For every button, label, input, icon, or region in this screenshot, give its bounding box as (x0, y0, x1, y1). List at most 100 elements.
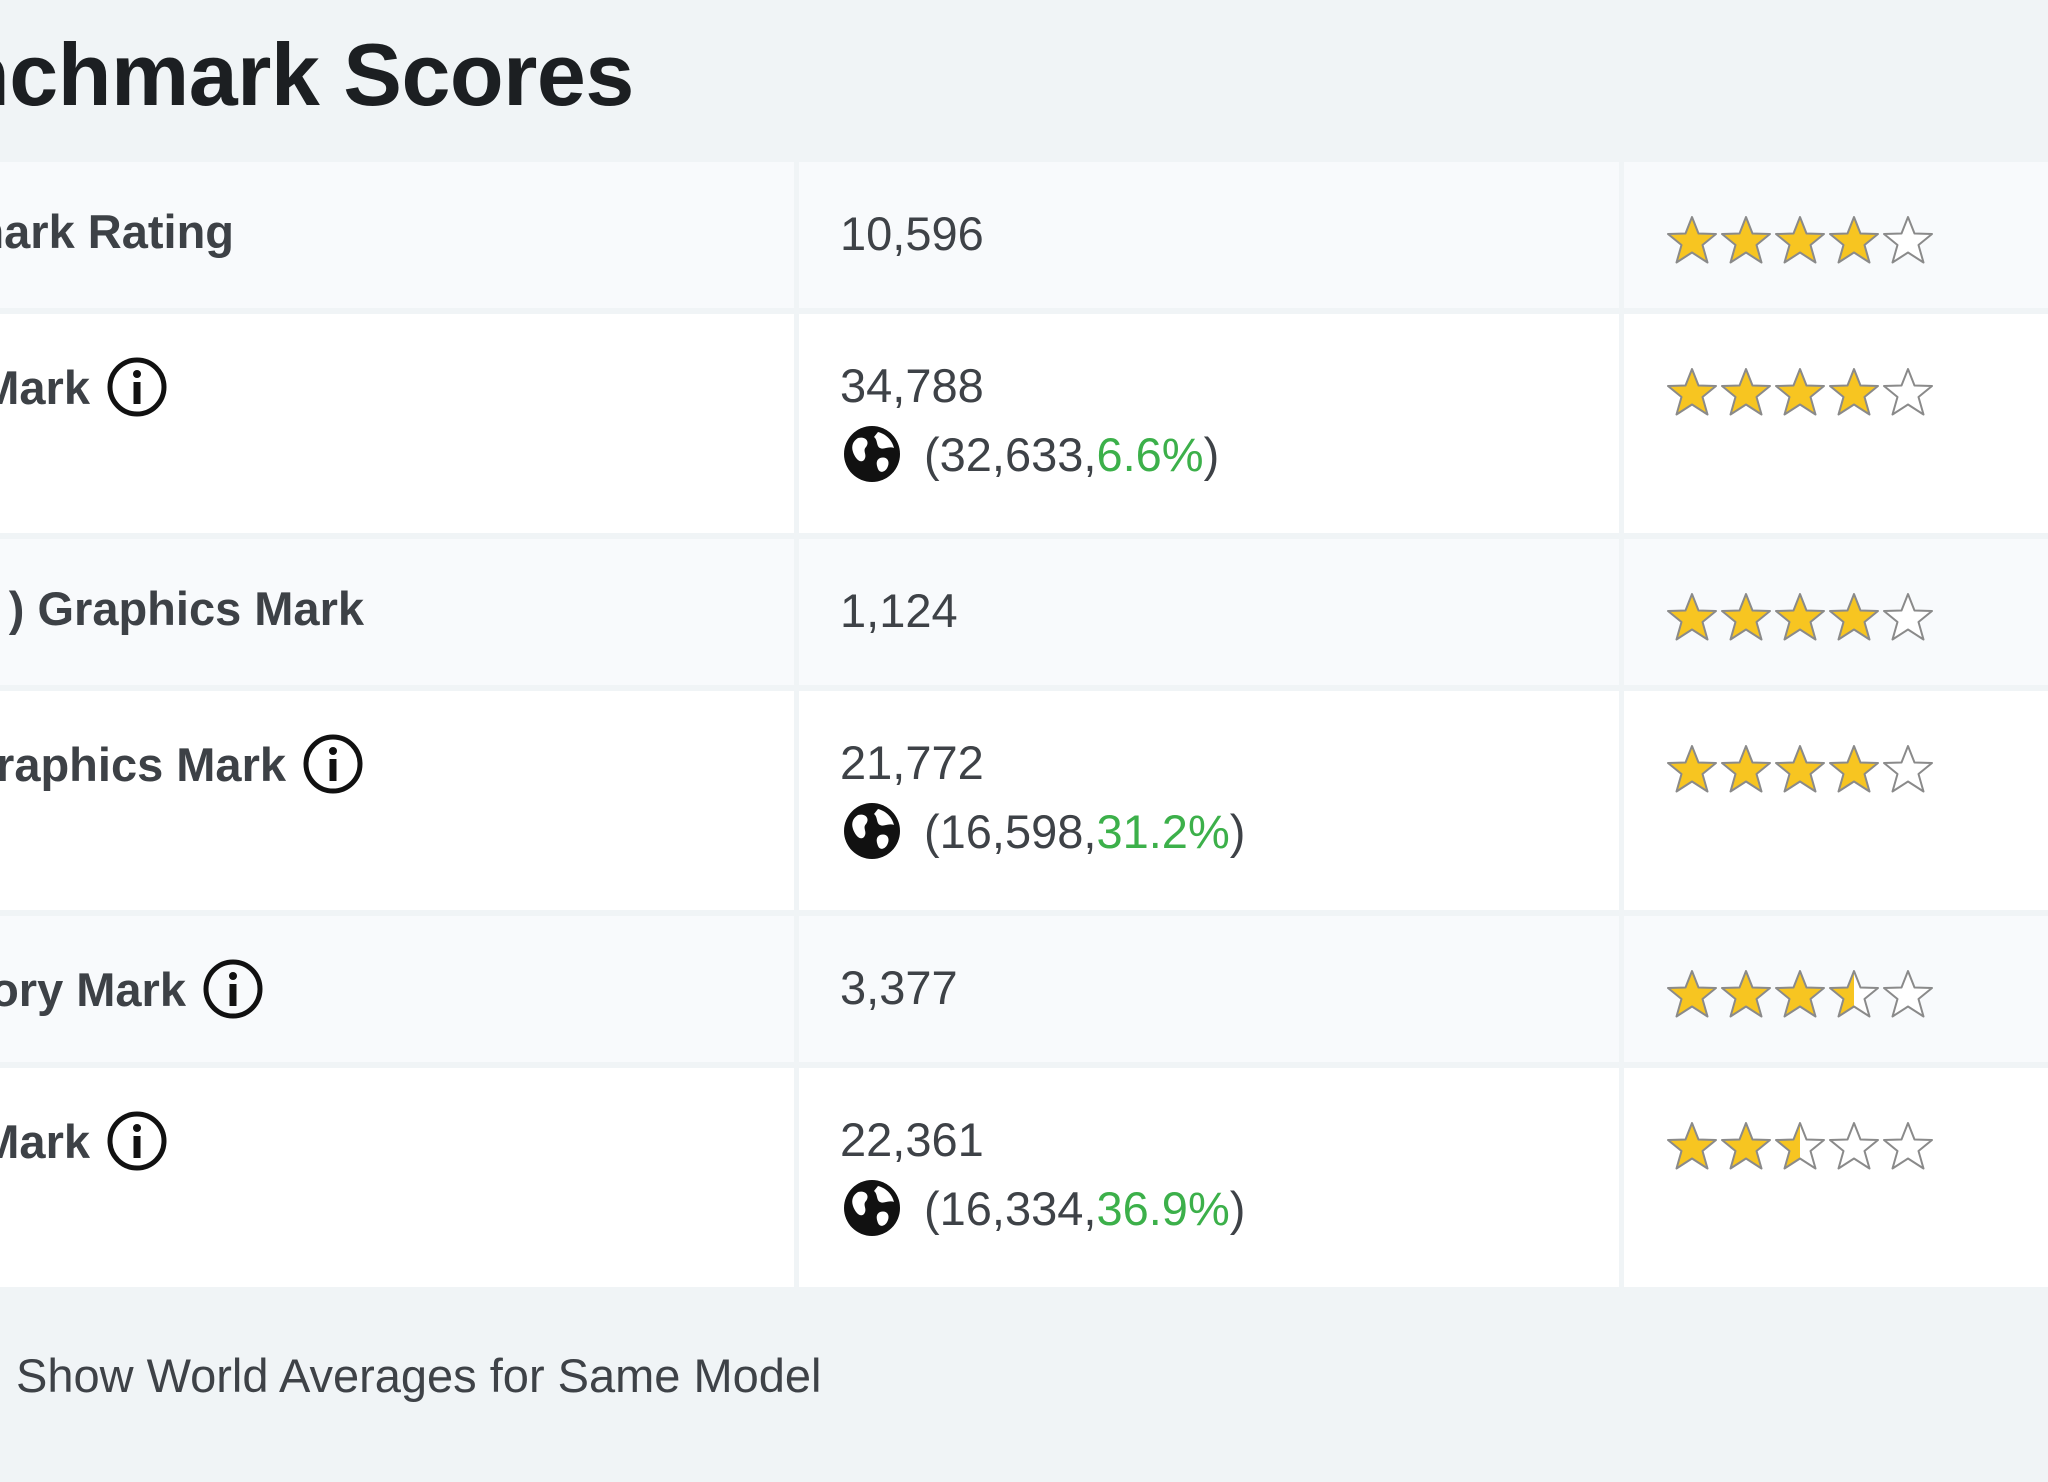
label-cell: ) Graphics Mark (0, 691, 794, 910)
avg-close: ) (1203, 427, 1220, 481)
avg-percent: 31.2% (1096, 804, 1230, 858)
star-full-icon (1667, 1122, 1717, 1170)
table-row: ) Graphics Mark 1,124 (0, 539, 2048, 685)
score-value: 10,596 (840, 207, 984, 260)
info-icon[interactable] (202, 958, 264, 1020)
benchmark-table: smark Rating 10,596 PU Mark 34, (0, 162, 2048, 1293)
rating-cell (1624, 162, 2048, 308)
row-label: emory Mark (0, 958, 264, 1020)
label-cell: sk Mark (0, 1068, 794, 1287)
row-label-text: smark Rating (0, 205, 234, 258)
star-empty-icon (1883, 216, 1933, 264)
star-rating (1665, 743, 1935, 797)
star-full-icon (1721, 216, 1771, 264)
label-cell: ) Graphics Mark (0, 539, 794, 685)
star-half-icon (1775, 1122, 1825, 1170)
star-full-icon (1775, 368, 1825, 416)
score-value: 3,377 (840, 961, 958, 1014)
avg-percent: 36.9% (1096, 1181, 1230, 1235)
star-full-icon (1775, 593, 1825, 641)
table-row: smark Rating 10,596 (0, 162, 2048, 308)
star-rating (1665, 366, 1935, 420)
rating-cell (1624, 916, 2048, 1062)
avg-close: ) (1229, 804, 1246, 858)
globe-icon (840, 422, 904, 486)
star-full-icon (1721, 745, 1771, 793)
world-average: (16,598, 31.2%) (840, 799, 1245, 863)
info-icon[interactable] (106, 1110, 168, 1172)
star-full-icon (1829, 216, 1879, 264)
star-full-icon (1829, 593, 1879, 641)
globe-icon (840, 1176, 904, 1240)
score-cell: 21,772 (16,598, 31.2%) (799, 691, 1619, 910)
row-label-text: sk Mark (0, 1114, 90, 1168)
score-cell: 1,124 (799, 539, 1619, 685)
table-row: PU Mark 34,788 (32,633, 6.6%) (0, 314, 2048, 533)
info-icon[interactable] (106, 356, 168, 418)
star-rating (1665, 214, 1935, 268)
score-value: 34,788 (840, 359, 984, 412)
avg-close: ) (1229, 1181, 1246, 1235)
star-full-icon (1721, 970, 1771, 1018)
label-cell: smark Rating (0, 162, 794, 308)
score-cell: 3,377 (799, 916, 1619, 1062)
star-full-icon (1667, 745, 1717, 793)
star-full-icon (1829, 745, 1879, 793)
star-empty-icon (1883, 368, 1933, 416)
row-label: PU Mark (0, 356, 168, 418)
star-empty-icon (1883, 593, 1933, 641)
avg-value: (16,334, (924, 1181, 1097, 1235)
row-label: smark Rating (0, 204, 234, 259)
star-empty-icon (1883, 970, 1933, 1018)
star-full-icon (1775, 745, 1825, 793)
section-title: nchmark Scores (0, 25, 634, 124)
star-empty-icon (1829, 1122, 1879, 1170)
star-full-icon (1721, 593, 1771, 641)
star-full-icon (1721, 1122, 1771, 1170)
star-rating (1665, 1120, 1935, 1174)
row-label-text: emory Mark (0, 962, 186, 1016)
info-icon[interactable] (302, 733, 364, 795)
world-average: (16,334, 36.9%) (840, 1176, 1245, 1240)
row-label-text: ) Graphics Mark (8, 582, 364, 635)
avg-percent: 6.6% (1096, 427, 1204, 481)
star-empty-icon (1883, 1122, 1933, 1170)
score-cell: 34,788 (32,633, 6.6%) (799, 314, 1619, 533)
table-row: emory Mark 3,377 (0, 916, 2048, 1062)
avg-value: (32,633, (924, 427, 1097, 481)
row-label-text: PU Mark (0, 360, 90, 414)
benchmark-page: nchmark Scores smark Rating 10,596 PU Ma… (0, 0, 2048, 1482)
row-label: ) Graphics Mark (9, 581, 364, 636)
label-cell: emory Mark (0, 916, 794, 1062)
star-half-icon (1829, 970, 1879, 1018)
star-full-icon (1667, 368, 1717, 416)
score-cell: 22,361 (16,334, 36.9%) (799, 1068, 1619, 1287)
show-world-averages-link[interactable]: Show World Averages for Same Model (16, 1348, 822, 1403)
label-cell: PU Mark (0, 314, 794, 533)
star-rating (1665, 968, 1935, 1022)
star-full-icon (1721, 368, 1771, 416)
star-full-icon (1667, 970, 1717, 1018)
rating-cell (1624, 691, 2048, 910)
star-full-icon (1775, 970, 1825, 1018)
avg-value: (16,598, (924, 804, 1097, 858)
score-cell: 10,596 (799, 162, 1619, 308)
star-empty-icon (1883, 745, 1933, 793)
star-full-icon (1667, 593, 1717, 641)
score-value: 22,361 (840, 1113, 984, 1166)
score-value: 21,772 (840, 736, 984, 789)
star-full-icon (1667, 216, 1717, 264)
score-value: 1,124 (840, 584, 958, 637)
star-full-icon (1775, 216, 1825, 264)
table-row: ) Graphics Mark 21,772 (16,598, 31.2%) (0, 691, 2048, 910)
row-label-text: ) Graphics Mark (0, 737, 286, 791)
star-full-icon (1829, 368, 1879, 416)
world-average: (32,633, 6.6%) (840, 422, 1219, 486)
star-rating (1665, 591, 1935, 645)
rating-cell (1624, 539, 2048, 685)
row-label: ) Graphics Mark (0, 733, 364, 795)
table-row: sk Mark 22,361 (16,334, 36.9%) (0, 1068, 2048, 1287)
globe-icon (840, 799, 904, 863)
rating-cell (1624, 1068, 2048, 1287)
rating-cell (1624, 314, 2048, 533)
